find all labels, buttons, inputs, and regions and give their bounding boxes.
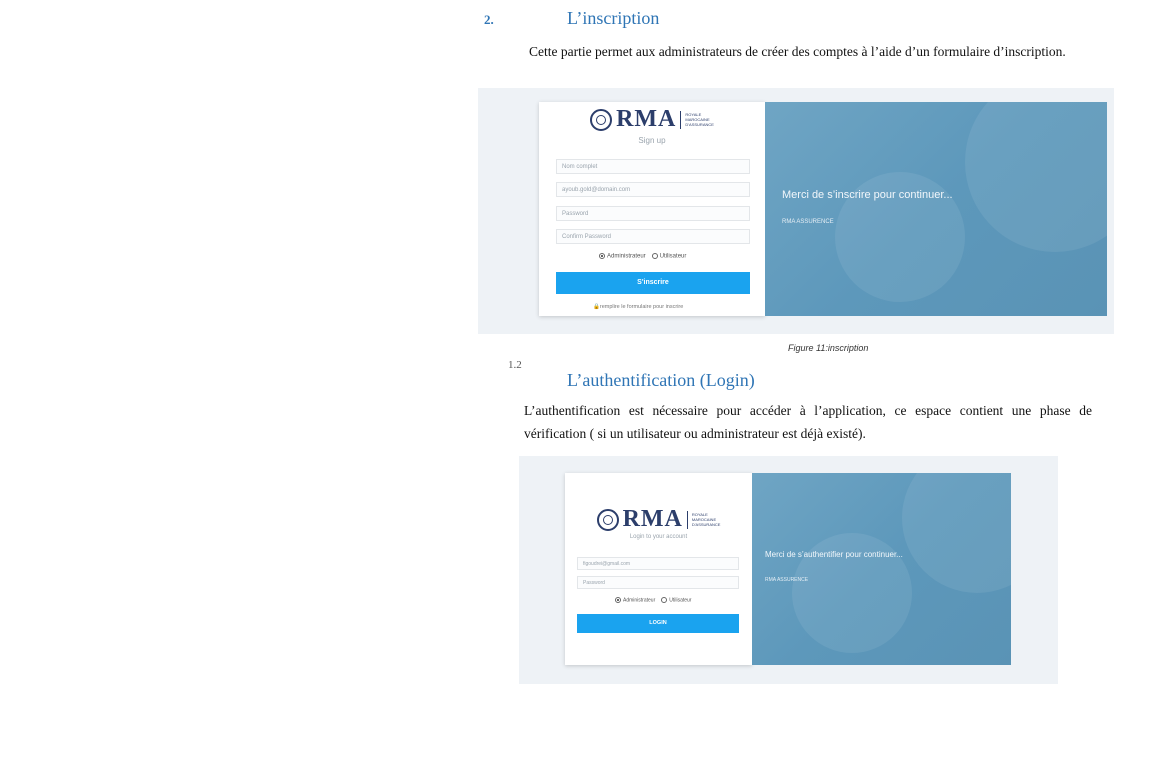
password-field[interactable]: Password <box>556 206 750 221</box>
signup-subtitle: Sign up <box>638 136 666 145</box>
fullname-field[interactable]: Nom complet <box>556 159 750 174</box>
logo-divider <box>686 510 688 529</box>
logo-word: RMA <box>616 106 677 132</box>
logo-word: RMA <box>622 506 683 532</box>
background-photo-2 <box>902 473 1011 593</box>
seal-icon <box>590 108 613 131</box>
section-paragraph: Cette partie permet aux administrateurs … <box>529 44 1066 59</box>
login-subtitle: Login to your account <box>629 534 688 540</box>
radio-unchecked-icon <box>661 597 668 603</box>
password-field[interactable]: Password <box>577 576 739 589</box>
signup-card: RMA ROYALE MAROCAINE D'ASSURANCE Sign up… <box>539 102 765 316</box>
signup-screenshot: RMA ROYALE MAROCAINE D'ASSURANCE Sign up… <box>478 88 1114 334</box>
logo-tagline: ROYALE MAROCAINE D'ASSURANCE <box>691 512 721 527</box>
radio-user[interactable]: Utilisateur <box>651 253 686 260</box>
login-side-panel: Merci de s’authentifier pour continuer..… <box>752 473 1011 665</box>
radio-checked-icon <box>615 597 621 603</box>
signup-panel-title: Merci de s’inscrire pour continuer... <box>782 189 953 201</box>
section-title: L’inscription <box>567 8 660 28</box>
signup-panel-subtitle: RMA ASSURENCE <box>782 219 834 225</box>
background-photo-2 <box>965 102 1107 252</box>
email-field[interactable]: figoudrei@gmail.com <box>577 557 739 570</box>
logo-divider <box>680 110 682 129</box>
logo-tagline: ROYALE MAROCAINE D'ASSURANCE <box>685 112 714 127</box>
login-panel-subtitle: RMA ASSURENCE <box>765 577 809 583</box>
radio-unchecked-icon <box>651 253 658 259</box>
radio-admin[interactable]: Administrateur <box>599 253 646 260</box>
lock-icon: 🔒 <box>593 304 600 310</box>
radio-checked-icon <box>599 253 605 259</box>
role-radio-group: Administrateur Utilisateur <box>599 253 686 260</box>
login-button[interactable]: LOGIN <box>577 614 739 633</box>
rma-logo: RMA ROYALE MAROCAINE D'ASSURANCE <box>539 106 765 133</box>
login-panel-title: Merci de s’authentifier pour continuer..… <box>765 550 903 559</box>
subsection-paragraph: L’authentification est nécessaire pour a… <box>524 403 1092 441</box>
figure-caption: Figure 11:inscription <box>788 343 869 353</box>
section-number: 2. <box>484 12 494 27</box>
subsection-number: 1.2 <box>508 359 522 371</box>
rma-logo: RMA ROYALE MAROCAINE D'ASSURANCE <box>565 506 752 533</box>
email-field[interactable]: ayoub.gold@domain.com <box>556 182 750 197</box>
radio-user[interactable]: Utilisateur <box>661 597 691 603</box>
signup-side-panel: Merci de s’inscrire pour continuer... RM… <box>765 102 1107 316</box>
signup-button[interactable]: S'inscrire <box>556 272 750 294</box>
subsection-title: L’authentification (Login) <box>567 370 755 390</box>
confirm-password-field[interactable]: Confirm Password <box>556 229 750 244</box>
role-radio-group: Administrateur Utilisateur <box>615 597 691 603</box>
radio-admin[interactable]: Administrateur <box>615 597 655 603</box>
login-screenshot: RMA ROYALE MAROCAINE D'ASSURANCE Login t… <box>519 456 1058 684</box>
signup-hint: 🔒remplire le formulaire pour inscrire <box>593 304 684 310</box>
login-card: RMA ROYALE MAROCAINE D'ASSURANCE Login t… <box>565 473 752 665</box>
seal-icon <box>596 508 619 531</box>
